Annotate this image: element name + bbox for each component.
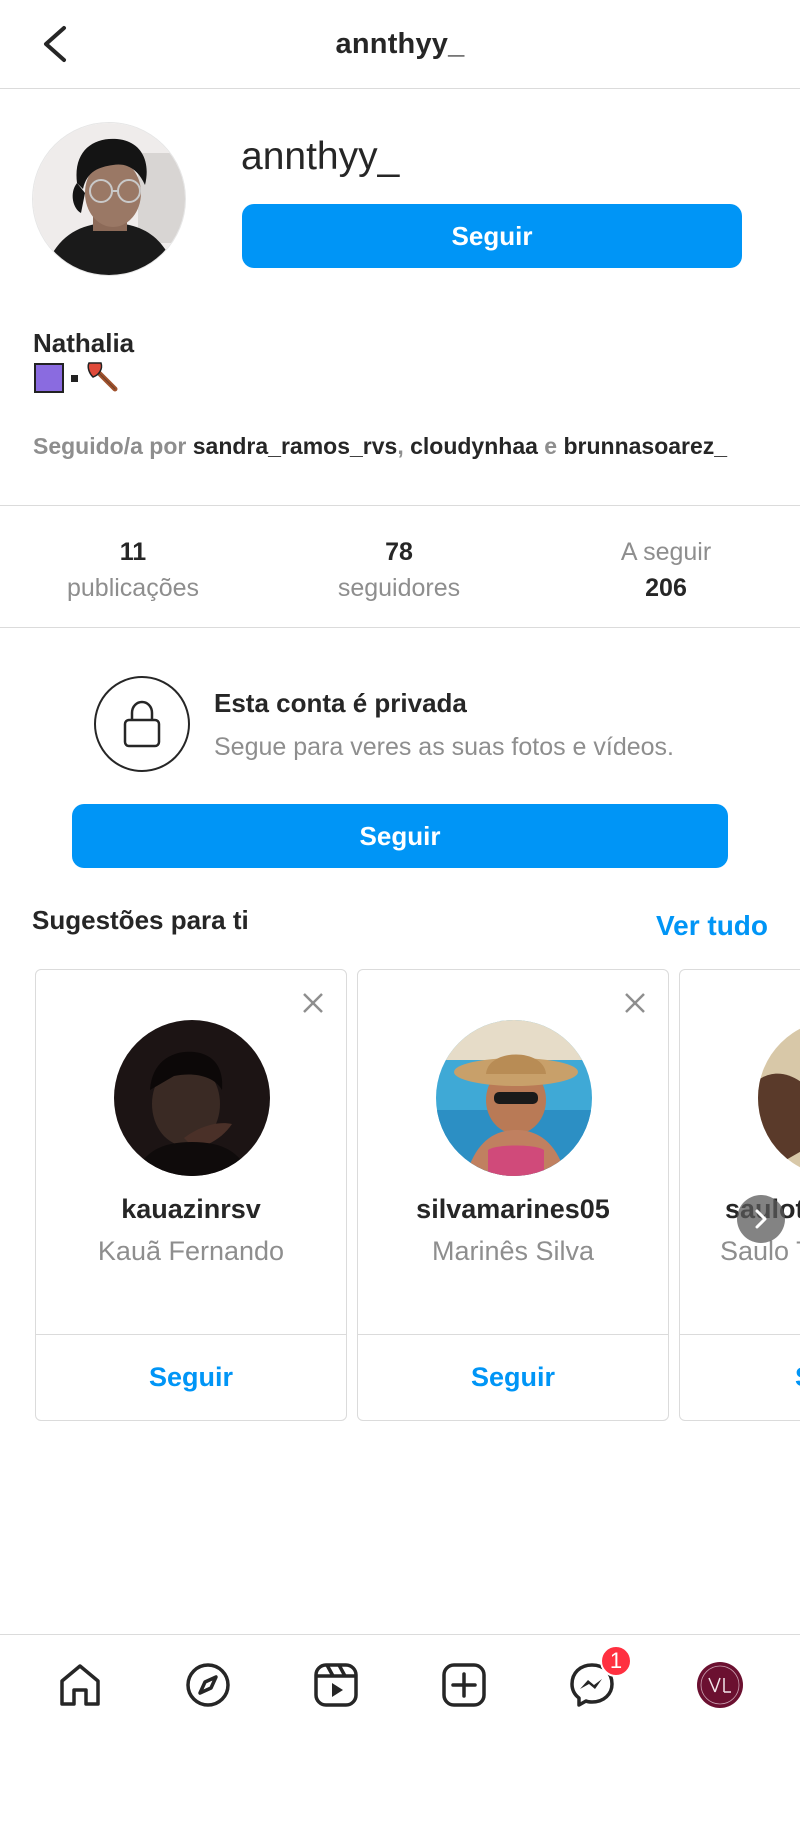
profile-avatar[interactable] — [32, 122, 186, 276]
suggestions-carousel[interactable]: kauazinrsv Kauã Fernando Seguir silvamar… — [0, 968, 800, 1422]
following-label: A seguir — [620, 538, 712, 566]
dot-emoji — [71, 374, 78, 382]
followed-by-text: Seguido/a por sandra_ramos_rvs, cloudynh… — [33, 433, 727, 460]
suggestion-name: Kauã Fernando — [97, 1236, 285, 1266]
suggestion-username[interactable]: kauazinrsv — [36, 1194, 346, 1225]
purple-square-emoji — [34, 363, 64, 393]
profile-photo — [33, 123, 185, 275]
private-account-subtitle: Segue para veres as suas fotos e vídeos. — [214, 733, 674, 761]
follow-button-private[interactable]: Seguir — [72, 804, 728, 868]
posts-label: publicações — [66, 574, 200, 602]
profile-full-name: Nathalia — [33, 328, 135, 358]
followed-by-separator: e — [544, 433, 558, 459]
axe-emoji — [87, 362, 118, 392]
lock-circle — [94, 676, 190, 772]
followers-count: 78 — [385, 538, 413, 566]
private-account-title: Esta conta é privada — [214, 688, 467, 718]
bottom-nav: 1 — [0, 1634, 800, 1734]
stat-followers[interactable]: 78 seguidores — [306, 534, 492, 606]
nav-new-post[interactable] — [438, 1659, 490, 1711]
profile-username: annthyy_ — [241, 135, 400, 178]
followed-by-user-link[interactable]: sandra_ramos_rvs — [193, 433, 398, 459]
home-icon — [60, 1664, 100, 1706]
explore-icon — [186, 1663, 230, 1707]
chevron-right-icon — [755, 1209, 767, 1229]
top-header: annthyy_ — [0, 0, 800, 89]
close-icon[interactable] — [300, 990, 326, 1016]
suggestion-avatar[interactable] — [436, 1020, 592, 1176]
suggestion-card: kauazinrsv Kauã Fernando Seguir — [35, 969, 347, 1421]
profile-bio — [34, 361, 121, 395]
lock-icon — [123, 700, 161, 748]
new-post-icon — [442, 1663, 486, 1707]
followers-label: seguidores — [337, 574, 461, 602]
messages-badge: 1 — [600, 1645, 632, 1677]
close-icon[interactable] — [622, 990, 648, 1016]
reels-icon — [314, 1663, 358, 1707]
nav-messages[interactable]: 1 — [566, 1645, 632, 1711]
nav-explore[interactable] — [182, 1659, 234, 1711]
following-count: 206 — [645, 574, 687, 602]
suggestion-card: saulot Saulo T S — [679, 969, 800, 1421]
followed-by-user-link[interactable]: brunnasoarez_ — [563, 433, 727, 459]
posts-count: 11 — [119, 538, 147, 566]
suggestion-avatar[interactable] — [114, 1020, 270, 1176]
suggestion-name: Saulo T — [720, 1236, 800, 1266]
header-title: annthyy_ — [335, 28, 465, 60]
see-all-link[interactable]: Ver tudo — [656, 910, 768, 942]
stat-following[interactable]: A seguir 206 — [573, 534, 759, 606]
suggestion-card: silvamarines05 Marinês Silva Seguir — [357, 969, 669, 1421]
suggestion-username[interactable]: silvamarines05 — [358, 1194, 668, 1225]
followed-by-separator: , — [397, 433, 404, 459]
follow-button[interactable]: Seguir — [242, 204, 742, 268]
carousel-next-button[interactable] — [737, 1195, 785, 1243]
suggestion-avatar[interactable] — [758, 1020, 800, 1176]
suggestion-follow-button[interactable]: Seguir — [36, 1334, 346, 1420]
suggestion-follow-button[interactable]: S — [680, 1334, 800, 1420]
nav-home[interactable] — [54, 1659, 106, 1711]
profile-stats: 11 publicações 78 seguidores A seguir 20… — [0, 505, 800, 628]
suggestions-title: Sugestões para ti — [32, 905, 249, 935]
followed-by-user-link[interactable]: cloudynhaa — [410, 433, 538, 459]
followed-by-prefix: Seguido/a por — [33, 433, 187, 459]
nav-profile[interactable] — [694, 1659, 746, 1711]
nav-reels[interactable] — [310, 1659, 362, 1711]
suggestion-name: Marinês Silva — [431, 1236, 595, 1266]
suggestion-follow-button[interactable]: Seguir — [358, 1334, 668, 1420]
stat-posts: 11 publicações — [40, 534, 226, 606]
profile-avatar-icon — [697, 1662, 743, 1708]
